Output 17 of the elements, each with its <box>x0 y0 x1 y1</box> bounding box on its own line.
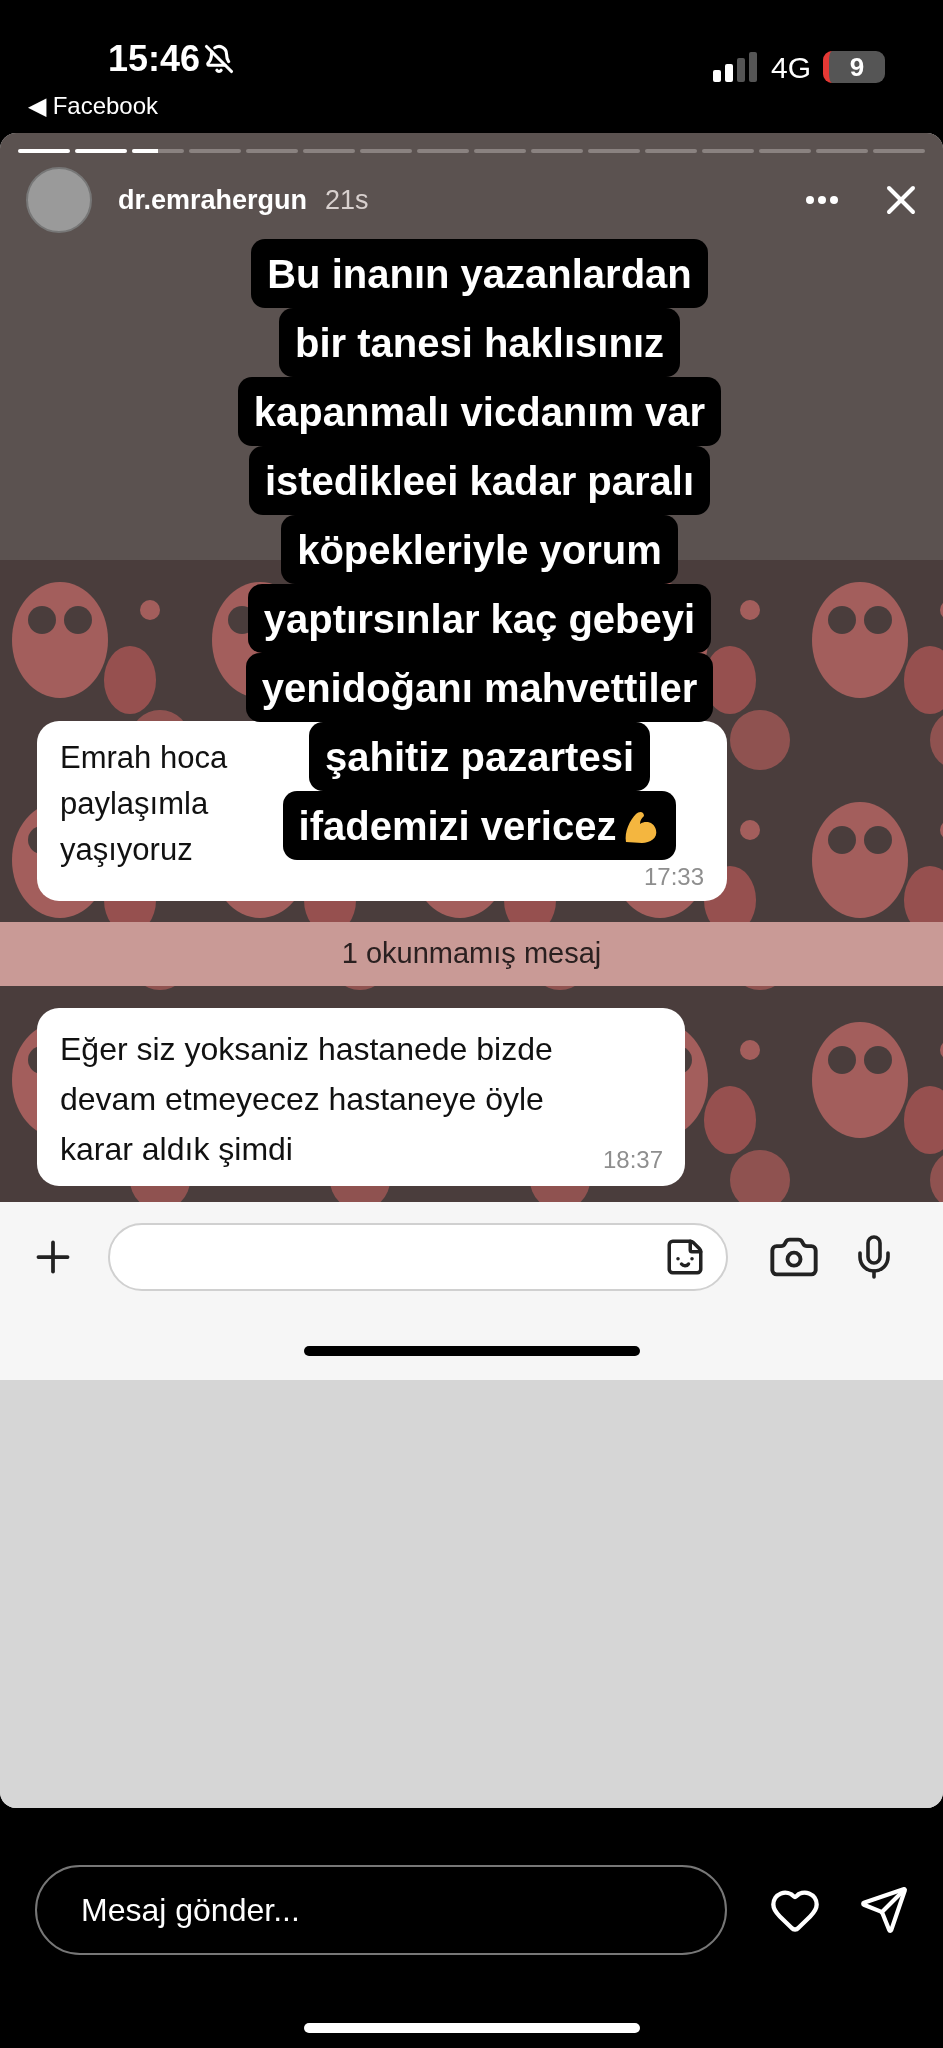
message-time: 17:33 <box>643 863 704 891</box>
message-input-field[interactable]: Mesaj gönder... <box>35 1865 727 1955</box>
username[interactable]: dr.emrahergun <box>118 179 308 221</box>
send-icon[interactable] <box>859 1885 909 1935</box>
story-age: 21s <box>325 183 369 217</box>
battery-indicator: 9 <box>823 51 885 83</box>
back-link[interactable]: ◀ Facebook <box>28 88 235 124</box>
bell-off-icon <box>204 44 235 74</box>
message-text: yaşıyoruz <box>60 831 193 869</box>
clock-time: 15:46 <box>108 37 201 81</box>
more-icon[interactable] <box>805 195 839 205</box>
signal-icon <box>712 52 759 82</box>
network-label: 4G <box>770 49 811 86</box>
message-text: Emrah hoca <box>60 739 228 777</box>
message-text: Eğer siz yoksaniz hastanede bizde devam etmeyecez hastaneye öyle karar aldık şimdi <box>60 1030 554 1169</box>
message-text: paylaşımla <box>60 785 209 823</box>
message-time: 18:37 <box>602 1145 663 1175</box>
